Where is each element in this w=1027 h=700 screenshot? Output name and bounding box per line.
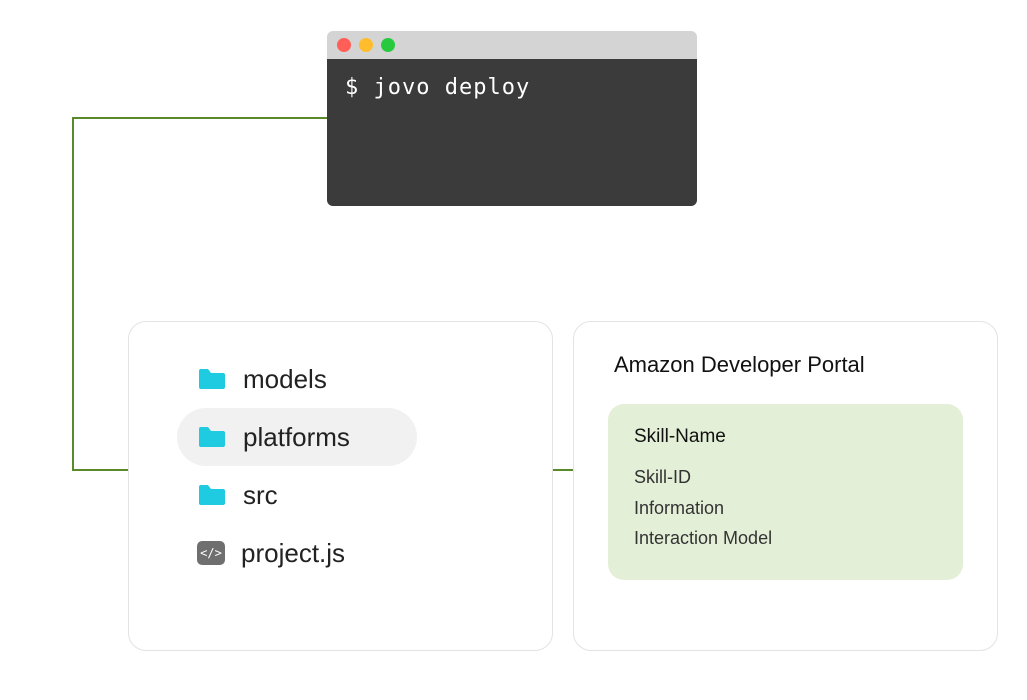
skill-box: Skill-Name Skill-IDInformationInteractio… (608, 404, 963, 580)
terminal-body: $ jovo deploy (327, 59, 697, 206)
terminal-window: $ jovo deploy (327, 31, 697, 206)
file-row-platforms: platforms (177, 408, 417, 466)
terminal-header (327, 31, 697, 59)
file-row-models: models (177, 350, 417, 408)
skill-name: Skill-Name (634, 426, 937, 448)
files-card: models platforms src </> project.js (128, 321, 553, 651)
window-close-icon (337, 38, 351, 52)
skill-line: Skill-ID (634, 462, 937, 493)
portal-title: Amazon Developer Portal (614, 352, 963, 378)
skill-line: Information (634, 493, 937, 524)
skill-line: Interaction Model (634, 523, 937, 554)
folder-icon (197, 425, 227, 449)
window-minimize-icon (359, 38, 373, 52)
code-file-icon: </> (197, 541, 225, 565)
terminal-command: $ jovo deploy (345, 75, 530, 100)
file-label: src (243, 480, 278, 511)
file-row-src: src (177, 466, 417, 524)
file-row-project-js: </> project.js (177, 524, 417, 582)
file-label: project.js (241, 538, 345, 569)
folder-icon (197, 367, 227, 391)
file-label: models (243, 364, 327, 395)
window-zoom-icon (381, 38, 395, 52)
portal-card: Amazon Developer Portal Skill-Name Skill… (573, 321, 998, 651)
file-label: platforms (243, 422, 350, 453)
folder-icon (197, 483, 227, 507)
